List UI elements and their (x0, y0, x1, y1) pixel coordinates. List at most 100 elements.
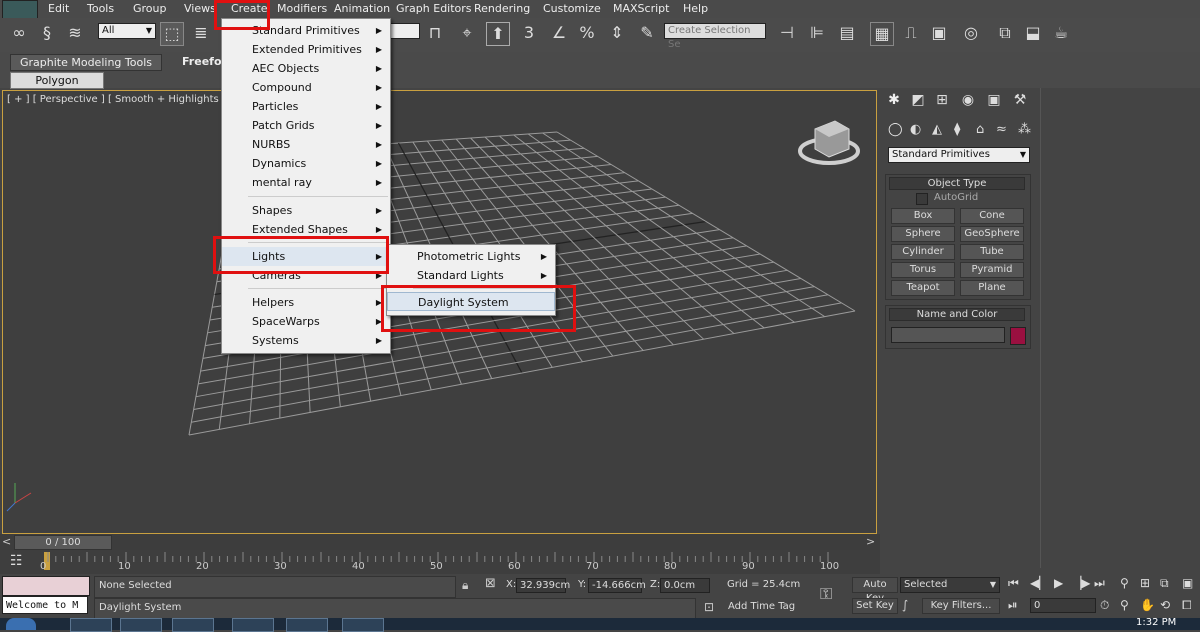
tube-button[interactable]: Tube (960, 244, 1024, 260)
material-editor-icon[interactable]: ◎ (960, 22, 982, 44)
angle-snap-icon[interactable]: ∠ (548, 22, 570, 44)
menu-edit[interactable]: Edit (48, 2, 69, 15)
time-tag-icon[interactable]: ⊡ (704, 600, 714, 614)
start-button-icon[interactable] (6, 618, 36, 630)
go-to-start-icon[interactable]: ⏮ (1008, 576, 1019, 591)
box-button[interactable]: Box (891, 208, 955, 224)
pivot-icon[interactable]: ⊓ (424, 22, 446, 44)
time-slider[interactable]: < 0 / 100 > (0, 534, 880, 550)
menu-group[interactable]: Group (133, 2, 167, 15)
set-key-button[interactable]: Set Key (852, 598, 898, 614)
absolute-mode-icon[interactable]: ⊠ (485, 576, 496, 591)
pan-icon[interactable]: ✋ (1140, 598, 1155, 612)
align-icon[interactable]: ⊫ (806, 22, 828, 44)
lights-icon[interactable]: ◭ (932, 122, 950, 140)
zoom-all-icon[interactable]: ⊞ (1140, 576, 1150, 590)
menu-item-extended-shapes[interactable]: Extended Shapes ▶ (222, 220, 390, 239)
menu-item-shapes[interactable]: Shapes ▶ (222, 201, 390, 220)
render-production-icon[interactable]: ☕ (1050, 22, 1072, 44)
menu-customize[interactable]: Customize (543, 2, 601, 15)
render-setup-icon[interactable]: ⧉ (994, 22, 1016, 44)
link-icon[interactable]: ∞ (8, 22, 30, 44)
go-to-end-icon[interactable]: ⏭ (1094, 576, 1105, 591)
spacewarps-icon[interactable]: ≈ (996, 122, 1014, 140)
menu-item-particles[interactable]: Particles ▶ (222, 97, 390, 116)
menu-item-nurbs[interactable]: NURBS ▶ (222, 135, 390, 154)
current-frame-field[interactable]: 0 (1030, 598, 1096, 613)
bind-spacewarp-icon[interactable]: ≋ (64, 22, 86, 44)
sphere-button[interactable]: Sphere (891, 226, 955, 242)
menu-item-mental-ray[interactable]: mental ray ▶ (222, 173, 390, 192)
object-type-header[interactable]: Object Type (889, 177, 1025, 190)
tab-freeform[interactable]: Freeform (182, 54, 238, 69)
add-time-tag[interactable]: Add Time Tag (728, 599, 795, 615)
y-coord-field[interactable]: -14.666cm (588, 578, 646, 593)
menu-item-standard-lights[interactable]: Standard Lights ▶ (387, 266, 555, 285)
layer-manager-icon[interactable]: ▤ (836, 22, 858, 44)
track-bar[interactable]: ☷ 0 10 20 30 40 50 60 70 80 90 100 (0, 550, 880, 574)
zoom-icon[interactable]: ⚲ (1120, 576, 1129, 590)
next-frame-icon[interactable]: ▕▶ (1072, 576, 1090, 590)
keyboard-shortcut-icon[interactable]: ⬆ (486, 22, 510, 46)
menu-animation[interactable]: Animation (334, 2, 390, 15)
spinner-snap-icon[interactable]: ⇕ (606, 22, 628, 44)
x-coord-field[interactable]: 32.939cm (516, 578, 570, 593)
menu-help[interactable]: Help (683, 2, 708, 15)
object-color-swatch[interactable] (1010, 327, 1026, 345)
auto-key-button[interactable]: Auto Key (852, 577, 898, 604)
maxscript-mini-listener-top[interactable] (2, 576, 90, 596)
pyramid-button[interactable]: Pyramid (960, 262, 1024, 278)
app-logo-icon[interactable] (2, 0, 38, 19)
key-tangent-icon[interactable]: ∫ (902, 598, 908, 612)
shapes-icon[interactable]: ◐ (910, 122, 928, 140)
key-mode-icon[interactable]: ⏯ (1008, 598, 1018, 613)
reference-coord-dropdown[interactable] (390, 23, 420, 39)
maxscript-listener[interactable]: Welcome to M (2, 596, 88, 614)
menu-item-daylight-system[interactable]: Daylight System (387, 292, 555, 311)
percent-snap-icon[interactable]: % (576, 22, 598, 44)
menu-rendering[interactable]: Rendering (474, 2, 530, 15)
unlink-icon[interactable]: § (36, 22, 58, 44)
autogrid-checkbox[interactable] (916, 193, 928, 205)
menu-item-spacewarps[interactable]: SpaceWarps ▶ (222, 312, 390, 331)
menu-item-systems[interactable]: Systems ▶ (222, 331, 390, 350)
time-slider-thumb[interactable]: 0 / 100 (14, 535, 112, 550)
key-icon[interactable]: ⚿ (820, 584, 832, 604)
key-set-dropdown[interactable]: Selected ▼ (900, 577, 1000, 593)
selection-filter-dropdown[interactable]: All ▼ (98, 23, 156, 39)
named-selection-sets-dropdown[interactable]: Create Selection Se (664, 23, 766, 50)
menu-item-lights[interactable]: Lights ▶ (222, 247, 390, 266)
menu-item-helpers[interactable]: Helpers ▶ (222, 293, 390, 312)
object-category-dropdown[interactable]: Standard Primitives ▼ (888, 147, 1030, 163)
object-name-input[interactable] (891, 327, 1005, 343)
maximize-viewport-icon[interactable]: ⧠ (1182, 598, 1192, 613)
time-config-icon[interactable]: ⏱ (1100, 598, 1109, 613)
edit-named-sets-icon[interactable]: ✎ (636, 22, 658, 44)
create-tab-icon[interactable]: ✱ (884, 92, 904, 112)
zoom-extents-icon[interactable]: ⧉ (1160, 576, 1169, 591)
menu-item-patch-grids[interactable]: Patch Grids ▶ (222, 116, 390, 135)
zoom-extents-all-icon[interactable]: ▣ (1182, 576, 1193, 590)
play-icon[interactable]: ▶ (1054, 576, 1063, 590)
prev-frame-icon[interactable]: ◀▏ (1030, 576, 1048, 590)
mirror-icon[interactable]: ⊣ (776, 22, 798, 44)
orbit-icon[interactable]: ⟲ (1160, 598, 1170, 612)
menu-create[interactable]: Create (231, 2, 268, 15)
menu-item-dynamics[interactable]: Dynamics ▶ (222, 154, 390, 173)
torus-button[interactable]: Torus (891, 262, 955, 278)
helpers-icon[interactable]: ⌂ (976, 122, 994, 140)
z-coord-field[interactable]: 0.0cm (660, 578, 710, 593)
menu-item-cameras[interactable]: Cameras ▶ (222, 266, 390, 285)
menu-tools[interactable]: Tools (87, 2, 114, 15)
key-filters-button[interactable]: Key Filters... (922, 598, 1000, 614)
utilities-tab-icon[interactable]: ⚒ (1010, 92, 1030, 112)
rendered-frame-icon[interactable]: ⬓ (1022, 22, 1044, 44)
tab-polygon-modeling[interactable]: Polygon Modeling (10, 72, 104, 102)
tab-graphite-modeling-tools[interactable]: Graphite Modeling Tools (10, 54, 162, 71)
menu-item-compound[interactable]: Compound ▶ (222, 78, 390, 97)
teapot-button[interactable]: Teapot (891, 280, 955, 296)
name-and-color-header[interactable]: Name and Color (889, 308, 1025, 321)
cylinder-button[interactable]: Cylinder (891, 244, 955, 260)
graphite-toggle-icon[interactable]: ▦ (870, 22, 894, 46)
menu-graph-editors[interactable]: Graph Editors (396, 2, 472, 15)
